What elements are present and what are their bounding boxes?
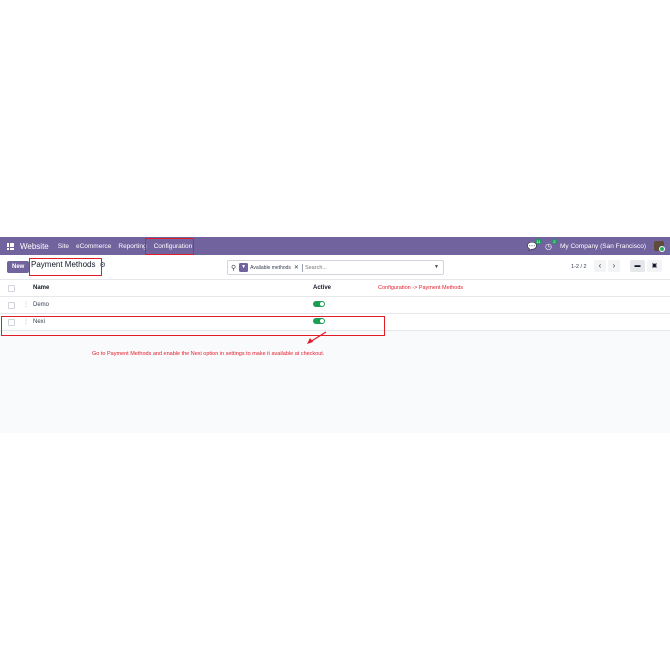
app-frame: Website Site eCommerce Reporting Configu… xyxy=(0,237,670,433)
search-facet: Available methods xyxy=(250,264,291,271)
search-input[interactable] xyxy=(301,263,405,272)
pager-value[interactable]: 1-2 / 2 xyxy=(571,264,587,270)
active-toggle[interactable] xyxy=(313,301,325,307)
apps-grid-icon[interactable] xyxy=(7,242,14,250)
pager-prev-button[interactable]: ‹ xyxy=(594,260,606,272)
annotation-box-configuration xyxy=(145,238,194,255)
messages-badge: 11 xyxy=(534,238,543,244)
annotation-instruction: Go to Payment Methods and enable the Nex… xyxy=(92,351,325,357)
kanban-view-button[interactable]: ▣ xyxy=(647,260,662,272)
drag-handle-icon[interactable]: ⋮ xyxy=(23,301,29,308)
list-view-button[interactable]: ▬ xyxy=(630,260,645,272)
search-bar: ⚲ ▼ Available methods ✕ ▼ xyxy=(227,260,444,275)
facet-close-icon[interactable]: ✕ xyxy=(294,264,299,271)
annotation-config-note: Configuration -> Payment Methods xyxy=(378,285,464,291)
caret-down-icon[interactable]: ▼ xyxy=(434,264,439,270)
menu-reporting[interactable]: Reporting xyxy=(118,243,146,250)
user-avatar[interactable] xyxy=(654,241,665,252)
column-header-active[interactable]: Active xyxy=(313,285,331,291)
row-checkbox[interactable] xyxy=(8,302,15,309)
new-button[interactable]: New xyxy=(7,261,30,273)
annotation-box-breadcrumb xyxy=(29,258,102,276)
annotation-arrow-icon xyxy=(307,331,327,344)
pager-next-button[interactable]: › xyxy=(608,260,620,272)
company-switcher[interactable]: My Company (San Francisco) xyxy=(560,243,646,250)
row-name[interactable]: Demo xyxy=(33,302,49,308)
clock-icon[interactable]: ◷ 2 xyxy=(545,238,558,251)
table-row[interactable]: ⋮ Demo xyxy=(0,297,670,314)
filter-icon: ▼ xyxy=(239,263,249,272)
select-all-checkbox[interactable] xyxy=(8,285,15,292)
app-name[interactable]: Website xyxy=(20,242,49,251)
column-header-name[interactable]: Name xyxy=(33,285,49,291)
navbar-systray: 💬 11 ◷ 2 My Company (San Francisco) xyxy=(527,237,665,255)
menu-ecommerce[interactable]: eCommerce xyxy=(76,243,111,250)
list-header: Name Active xyxy=(0,280,670,297)
top-navbar: Website Site eCommerce Reporting Configu… xyxy=(0,237,670,255)
menu-site[interactable]: Site xyxy=(58,243,69,250)
search-icon[interactable]: ⚲ xyxy=(231,264,236,272)
chat-icon[interactable]: 💬 11 xyxy=(527,238,543,251)
activities-badge: 2 xyxy=(551,238,558,244)
